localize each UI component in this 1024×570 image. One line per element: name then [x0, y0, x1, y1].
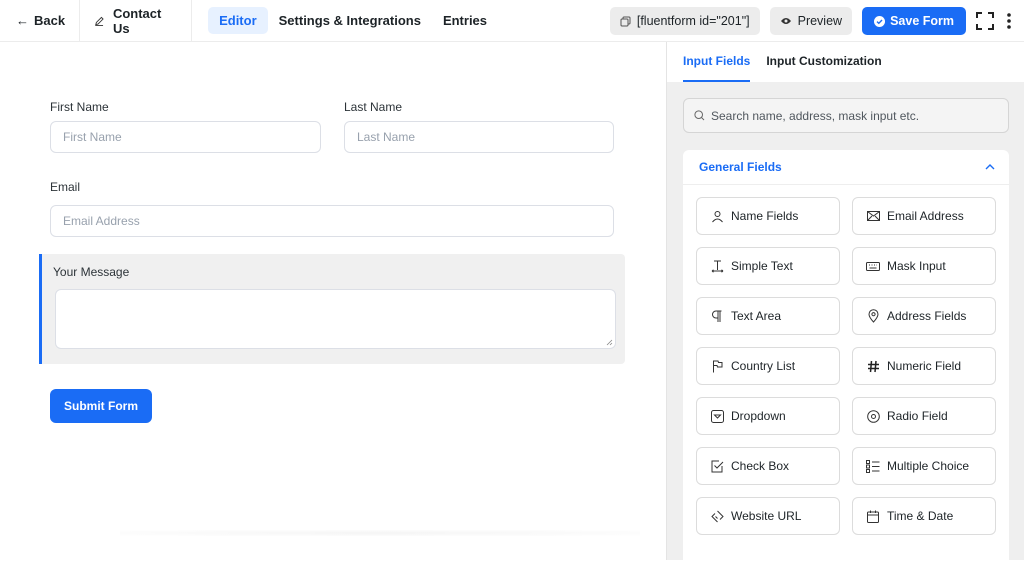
form-title[interactable]: Contact Us	[80, 0, 193, 42]
field-button-simple-text[interactable]: Simple Text	[696, 247, 840, 285]
tab-settings-integrations[interactable]: Settings & Integrations	[268, 7, 432, 34]
field-button-label: Time & Date	[887, 509, 954, 523]
form-title-text: Contact Us	[112, 5, 162, 36]
eye-icon	[780, 18, 791, 24]
fullscreen-icon	[976, 12, 994, 30]
tab-editor[interactable]: Editor	[208, 7, 268, 34]
submit-form-button[interactable]: Submit Form	[50, 389, 152, 423]
save-form-label: Save Form	[890, 14, 954, 28]
dropdown-icon	[709, 408, 725, 424]
preview-label: Preview	[797, 14, 843, 28]
back-button[interactable]: ← Back	[0, 0, 81, 42]
field-button-multiple-choice[interactable]: Multiple Choice	[852, 447, 996, 485]
form-canvas: First Name First Name Last Name Last Nam…	[0, 42, 666, 560]
text-cursor-icon	[709, 258, 725, 274]
field-button-label: Website URL	[731, 509, 802, 523]
general-fields-group: General Fields Name Fields Email Address S…	[683, 150, 1009, 570]
search-placeholder: Search name, address, mask input etc.	[711, 108, 920, 123]
main-tabs: Editor Settings & Integrations Entries	[208, 7, 498, 34]
tab-entries[interactable]: Entries	[432, 7, 498, 34]
checkbox-icon	[709, 458, 725, 474]
keyboard-icon	[865, 258, 881, 274]
more-options-button[interactable]	[1002, 7, 1016, 35]
field-button-label: Radio Field	[887, 409, 948, 423]
general-fields-title: General Fields	[699, 160, 782, 174]
chevron-up-icon	[985, 164, 995, 170]
shortcode-text: [fluentform id="201"]	[636, 14, 750, 28]
field-button-label: Check Box	[731, 459, 790, 473]
field-button-dropdown[interactable]: Dropdown	[696, 397, 840, 435]
arrow-left-icon: ←	[16, 13, 29, 28]
field-button-label: Multiple Choice	[887, 459, 970, 473]
general-fields-header[interactable]: General Fields	[683, 150, 1009, 185]
radio-icon	[865, 408, 881, 424]
fields-panel: Input Fields Input Customization Search …	[666, 42, 1024, 570]
field-button-numeric-field[interactable]: Numeric Field	[852, 347, 996, 385]
resize-handle-icon[interactable]	[606, 339, 613, 346]
back-label: Back	[34, 13, 66, 28]
shortcode-copy-button[interactable]: [fluentform id="201"]	[609, 7, 760, 35]
field-button-label: Numeric Field	[887, 359, 962, 373]
link-icon	[709, 508, 725, 524]
field-button-mask-input[interactable]: Mask Input	[852, 247, 996, 285]
field-button-label: Mask Input	[887, 259, 946, 273]
field-button-label: Name Fields	[731, 209, 799, 223]
message-field-block-selected[interactable]: Your Message	[39, 254, 625, 364]
field-button-label: Address Fields	[887, 309, 967, 323]
last-name-label: Last Name	[344, 100, 403, 114]
top-bar: ← Back Contact Us Editor Settings & Inte…	[0, 0, 1024, 42]
first-name-input[interactable]: First Name	[50, 121, 321, 153]
canvas-bottom-shadow	[120, 530, 640, 536]
field-grid: Name Fields Email Address Simple Text Mask …	[696, 197, 996, 535]
field-button-label: Country List	[731, 359, 796, 373]
pencil-icon	[95, 16, 104, 26]
tab-input-customization[interactable]: Input Customization	[766, 54, 881, 82]
save-form-button[interactable]: Save Form	[862, 7, 966, 35]
field-button-email-address[interactable]: Email Address	[852, 197, 996, 235]
first-name-label: First Name	[50, 100, 109, 114]
list-icon	[865, 458, 881, 474]
calendar-icon	[865, 508, 881, 524]
field-button-label: Text Area	[731, 309, 782, 323]
field-button-time-date[interactable]: Time & Date	[852, 497, 996, 535]
field-button-check-box[interactable]: Check Box	[696, 447, 840, 485]
tab-input-fields[interactable]: Input Fields	[683, 54, 751, 82]
field-button-country-list[interactable]: Country List	[696, 347, 840, 385]
flag-icon	[709, 358, 725, 374]
field-button-label: Email Address	[887, 209, 964, 223]
last-name-input[interactable]: Last Name	[344, 121, 614, 153]
fullscreen-button[interactable]	[974, 7, 996, 35]
email-input[interactable]: Email Address	[50, 205, 614, 237]
field-button-label: Dropdown	[731, 409, 786, 423]
check-circle-icon	[874, 15, 886, 27]
map-pin-icon	[865, 308, 881, 324]
preview-button[interactable]: Preview	[769, 7, 853, 35]
envelope-icon	[865, 208, 881, 224]
field-button-website-url[interactable]: Website URL	[696, 497, 840, 535]
panel-tabs: Input Fields Input Customization	[667, 42, 1024, 82]
paragraph-icon	[709, 308, 725, 324]
field-button-label: Simple Text	[731, 259, 793, 273]
field-button-address-fields[interactable]: Address Fields	[852, 297, 996, 335]
field-button-text-area[interactable]: Text Area	[696, 297, 840, 335]
copy-icon	[620, 16, 631, 26]
hash-icon	[865, 358, 881, 374]
kebab-menu-icon	[1007, 13, 1011, 29]
user-icon	[709, 208, 725, 224]
message-label: Your Message	[53, 265, 130, 279]
message-textarea[interactable]	[55, 289, 616, 349]
field-search-input[interactable]: Search name, address, mask input etc.	[683, 98, 1009, 133]
field-button-name-fields[interactable]: Name Fields	[696, 197, 840, 235]
search-icon	[694, 110, 705, 121]
email-label: Email	[50, 180, 81, 194]
field-button-radio-field[interactable]: Radio Field	[852, 397, 996, 435]
